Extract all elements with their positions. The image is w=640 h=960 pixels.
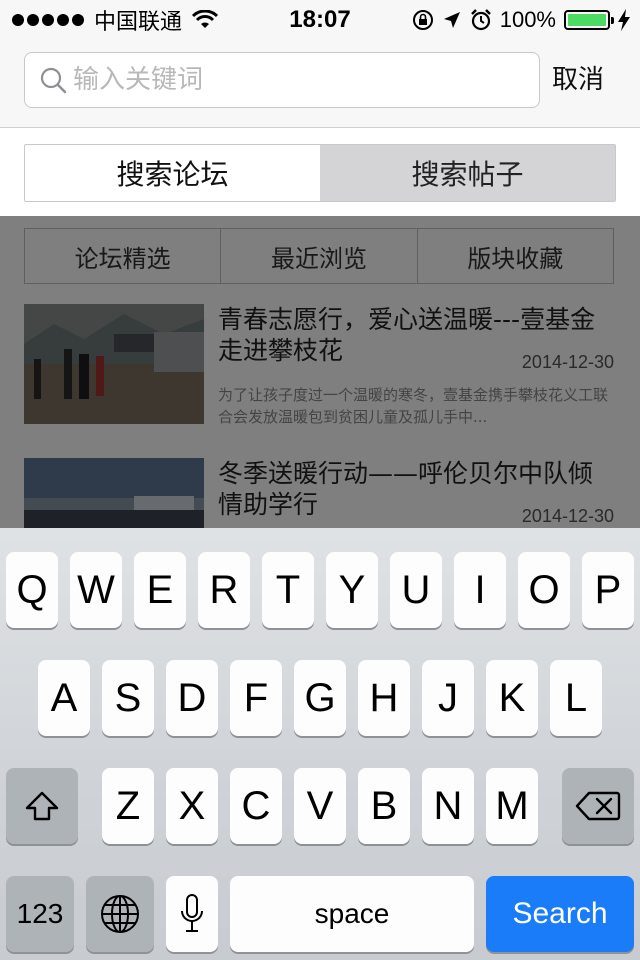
- key-h[interactable]: H: [358, 660, 410, 736]
- key-u[interactable]: U: [390, 552, 442, 628]
- key-t[interactable]: T: [262, 552, 314, 628]
- microphone-icon: [181, 894, 203, 932]
- key-y[interactable]: Y: [326, 552, 378, 628]
- forum-content: 论坛精选 最近浏览 版块收藏 青春志愿行，爱心送温暖---壹基金走进攀枝花 20…: [0, 216, 640, 528]
- key-a[interactable]: A: [38, 660, 90, 736]
- alarm-icon: [470, 9, 491, 31]
- key-m[interactable]: M: [486, 768, 538, 844]
- key-z[interactable]: Z: [102, 768, 154, 844]
- globe-icon: [101, 895, 139, 933]
- search-input[interactable]: [73, 65, 493, 95]
- article-thumbnail: [24, 458, 204, 528]
- key-f[interactable]: F: [230, 660, 282, 736]
- search-icon: [40, 67, 67, 94]
- forum-tabs: 论坛精选 最近浏览 版块收藏: [24, 228, 614, 284]
- key-w[interactable]: W: [70, 552, 122, 628]
- search-header: 取消: [0, 40, 640, 128]
- key-b[interactable]: B: [358, 768, 410, 844]
- key-n[interactable]: N: [422, 768, 474, 844]
- key-r[interactable]: R: [198, 552, 250, 628]
- orientation-lock-icon: [412, 10, 433, 30]
- battery-percent: 100%: [499, 7, 556, 32]
- key-j[interactable]: J: [422, 660, 474, 736]
- search-type-segmented-control: 搜索论坛 搜索帖子: [24, 144, 616, 202]
- microphone-key[interactable]: [166, 876, 218, 952]
- list-item[interactable]: 冬季送暖行动——呼伦贝尔中队倾情助学行 2014-12-30: [24, 458, 614, 528]
- segment-search-forum[interactable]: 搜索论坛: [25, 145, 320, 201]
- backspace-icon: [575, 791, 621, 821]
- key-d[interactable]: D: [166, 660, 218, 736]
- article-summary: 为了让孩子度过一个温暖的寒冬，壹基金携手攀枝花义工联合会发放温暖包到贫困儿童及孤…: [218, 386, 609, 426]
- key-v[interactable]: V: [294, 768, 346, 844]
- numbers-key[interactable]: 123: [6, 876, 74, 952]
- status-bar: 中国联通 18:07 100%: [0, 0, 640, 40]
- key-k[interactable]: K: [486, 660, 538, 736]
- search-key[interactable]: Search: [486, 876, 634, 952]
- backspace-key[interactable]: [562, 768, 634, 844]
- key-o[interactable]: O: [518, 552, 570, 628]
- charging-bolt-icon: [618, 9, 630, 31]
- segment-search-posts[interactable]: 搜索帖子: [320, 145, 615, 201]
- key-g[interactable]: G: [294, 660, 346, 736]
- article-date: 2014-12-30: [521, 506, 614, 526]
- list-item[interactable]: 青春志愿行，爱心送温暖---壹基金走进攀枝花 2014-12-30 为了让孩子度…: [24, 304, 614, 434]
- key-e[interactable]: E: [134, 552, 186, 628]
- cancel-button[interactable]: 取消: [552, 52, 604, 108]
- key-l[interactable]: L: [550, 660, 602, 736]
- tab-featured[interactable]: 论坛精选: [25, 229, 222, 283]
- tab-favorites[interactable]: 版块收藏: [418, 229, 613, 283]
- article-thumbnail: [24, 304, 204, 424]
- article-date: 2014-12-30: [521, 352, 614, 372]
- space-key[interactable]: space: [230, 876, 474, 952]
- shift-icon: [25, 791, 59, 821]
- key-s[interactable]: S: [102, 660, 154, 736]
- location-arrow-icon: [443, 12, 460, 28]
- globe-key[interactable]: [86, 876, 154, 952]
- search-box[interactable]: [24, 52, 540, 108]
- tab-recent[interactable]: 最近浏览: [221, 229, 418, 283]
- segment-area: 搜索论坛 搜索帖子: [0, 129, 640, 216]
- key-i[interactable]: I: [454, 552, 506, 628]
- key-q[interactable]: Q: [6, 552, 58, 628]
- keyboard: Q W E R T Y U I O P A S D F G H J K L Z …: [0, 528, 640, 960]
- key-x[interactable]: X: [166, 768, 218, 844]
- key-p[interactable]: P: [582, 552, 634, 628]
- battery-icon: [564, 10, 614, 30]
- key-c[interactable]: C: [230, 768, 282, 844]
- shift-key[interactable]: [6, 768, 78, 844]
